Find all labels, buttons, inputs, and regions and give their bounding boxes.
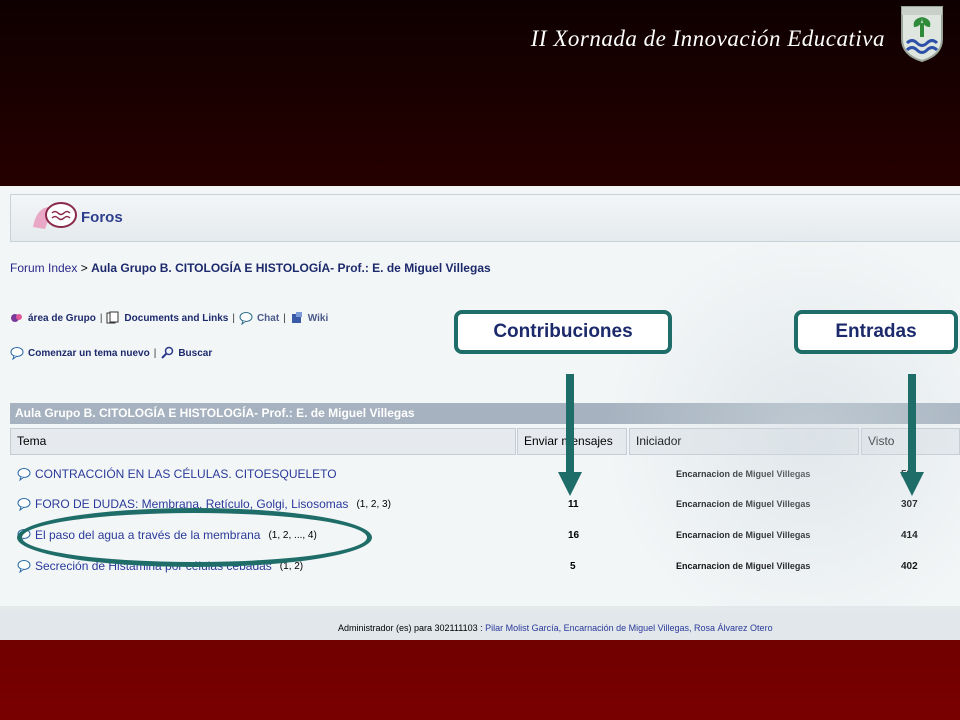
group-area-icon xyxy=(11,314,22,322)
entries-arrow-icon xyxy=(900,374,924,496)
wiki-label: Wiki xyxy=(307,312,329,324)
chat-link[interactable]: Chat xyxy=(239,311,279,325)
toolbar-separator: | xyxy=(232,312,235,324)
documents-link[interactable]: Documents and Links xyxy=(106,311,228,325)
forum-actions: Comenzar un tema nuevo | Buscar xyxy=(10,346,212,360)
topic-bubble-icon xyxy=(17,468,31,481)
chat-icon xyxy=(239,312,253,325)
forum-table-title: Aula Grupo B. CITOLOGÍA E HISTOLOGÍA- Pr… xyxy=(15,406,415,420)
topic-cell: CONTRACCIÓN EN LAS CÉLULAS. CITOESQUELET… xyxy=(17,467,345,481)
new-topic-icon xyxy=(10,347,24,360)
contributions-callout: Contribuciones xyxy=(454,310,672,354)
author-link[interactable]: Encarnacion de Miguel Villegas xyxy=(676,469,810,479)
replies-count: 5 xyxy=(570,561,576,572)
footer-prefix: Administrador (es) para 302111103 : xyxy=(338,623,483,633)
chat-label: Chat xyxy=(256,312,280,324)
slide-title: II Xornada de Innovación Educativa xyxy=(530,26,885,51)
column-header-author[interactable]: Iniciador xyxy=(629,428,859,455)
highlight-oval xyxy=(17,508,372,567)
toolbar-separator: | xyxy=(283,312,286,324)
new-topic-label: Comenzar un tema nuevo xyxy=(28,347,150,359)
forum-footer: Administrador (es) para 302111103 : Pila… xyxy=(0,612,960,640)
new-topic-link[interactable]: Comenzar un tema nuevo xyxy=(10,346,150,360)
toolbar-separator: | xyxy=(99,312,103,324)
forum-toolbar: área de Grupo | Documents and Links | Ch… xyxy=(10,311,328,325)
author-link[interactable]: Encarnacion de Miguel Villegas xyxy=(676,499,810,509)
footer-admins[interactable]: Pilar Molist García, Encarnación de Migu… xyxy=(485,623,772,633)
group-area-label: área de Grupo xyxy=(28,312,96,324)
crest-logo xyxy=(901,6,943,63)
author-link[interactable]: Encarnacion de Miguel Villegas xyxy=(676,561,810,571)
breadcrumb-root-link[interactable]: Forum Index xyxy=(10,261,77,275)
breadcrumb-current[interactable]: Aula Grupo B. CITOLOGÍA E HISTOLOGÍA- Pr… xyxy=(91,261,491,275)
column-header-topic[interactable]: Tema xyxy=(10,428,516,455)
documents-icon xyxy=(106,311,119,324)
documents-label: Documents and Links xyxy=(124,312,229,324)
section-title: Foros xyxy=(81,209,123,226)
contributions-arrow-icon xyxy=(558,374,582,496)
topic-link[interactable]: CONTRACCIÓN EN LAS CÉLULAS. CITOESQUELET… xyxy=(35,467,337,481)
topic-bubble-icon xyxy=(17,560,31,573)
wiki-icon xyxy=(291,312,302,323)
author-link[interactable]: Encarnacion de Miguel Villegas xyxy=(676,530,810,540)
search-icon xyxy=(161,346,174,359)
toolbar-separator: | xyxy=(153,347,157,359)
forum-table-header: Tema Enviar mensajes Iniciador Visto xyxy=(10,428,960,455)
entries-callout: Entradas xyxy=(794,310,958,354)
replies-count: 11 xyxy=(568,499,579,510)
forum-speech-bubbles-icon xyxy=(33,202,77,229)
topic-pages[interactable]: (1, 2, 3) xyxy=(356,499,390,510)
group-area-link[interactable]: área de Grupo xyxy=(10,311,96,325)
search-link[interactable]: Buscar xyxy=(160,346,212,360)
footer-text: Administrador (es) para 302111103 : Pila… xyxy=(338,623,773,633)
topic-bubble-icon xyxy=(17,498,31,511)
views-count: 402 xyxy=(901,561,918,572)
forum-table-title-bar: Aula Grupo B. CITOLOGÍA E HISTOLOGÍA- Pr… xyxy=(10,403,960,424)
forum-screenshot: Foros Forum Index > Aula Grupo B. CITOLO… xyxy=(0,186,960,640)
search-label: Buscar xyxy=(178,347,213,359)
breadcrumb: Forum Index > Aula Grupo B. CITOLOGÍA E … xyxy=(10,261,491,275)
replies-count: 16 xyxy=(568,530,580,541)
wiki-link[interactable]: Wiki xyxy=(290,311,328,325)
views-count: 414 xyxy=(901,530,918,541)
forum-header-bar: Foros xyxy=(10,194,960,242)
breadcrumb-separator: > xyxy=(80,261,88,275)
table-row: CONTRACCIÓN EN LAS CÉLULAS. CITOESQUELET… xyxy=(10,459,960,490)
views-count: 307 xyxy=(901,499,918,510)
